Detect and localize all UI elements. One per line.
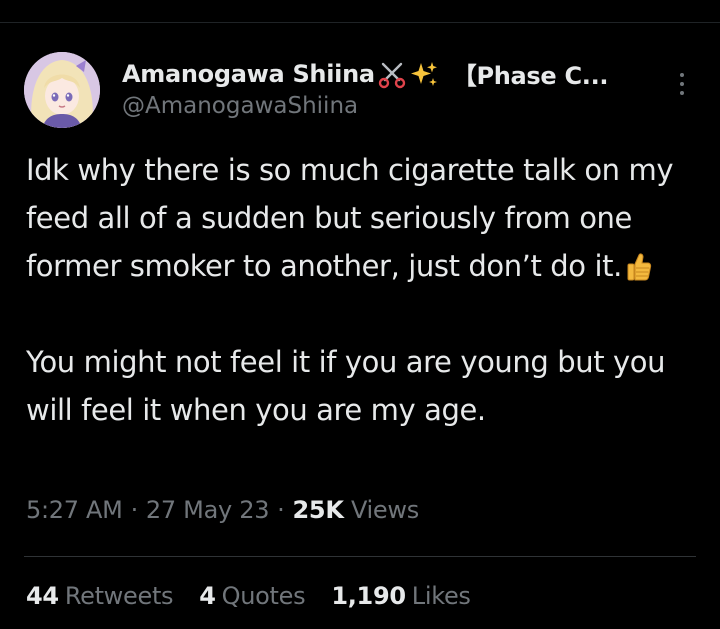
likes-label: Likes [411,582,471,610]
likes-stat[interactable]: 1,190 Likes [331,582,471,610]
retweets-stat[interactable]: 44 Retweets [26,582,174,610]
tweet-paragraph-text: Idk why there is so much cigarette talk … [26,153,674,283]
top-divider [0,22,720,23]
quotes-stat[interactable]: 4 Quotes [199,582,305,610]
retweets-count: 44 [26,582,59,610]
tweet-paragraph: Idk why there is so much cigarette talk … [26,146,706,290]
stats-divider [24,556,696,557]
tweet-paragraph-text: You might not feel it if you are young b… [26,345,666,427]
tweet-time[interactable]: 5:27 AM [26,496,123,524]
quotes-label: Quotes [221,582,306,610]
author-name-suffix[interactable]: 【Phase C... [453,56,609,91]
tweet-body: Idk why there is so much cigarette talk … [26,146,706,434]
meta-separator: · [277,496,285,524]
more-dot-icon [680,73,684,77]
avatar[interactable] [24,52,100,128]
more-options-button[interactable] [670,66,694,102]
tweet-meta: 5:27 AM · 27 May 23 · 25K Views [26,496,419,524]
more-dot-icon [680,82,684,86]
meta-separator: · [130,496,139,524]
scissors-icon [377,59,407,89]
author-display-name[interactable]: Amanogawa Shiina [122,60,375,88]
views-count: 25K [292,496,344,524]
author-name-row[interactable]: Amanogawa Shiina 【Phase C... [122,56,609,91]
sparkles-icon [409,59,439,89]
author-handle[interactable]: @AmanogawaShiina [122,93,358,119]
retweets-label: Retweets [64,582,174,610]
engagement-stats: 44 Retweets 4 Quotes 1,190 Likes [26,582,471,610]
more-dot-icon [680,91,684,95]
thumbs-up-icon [626,248,652,281]
views-label: Views [350,496,419,524]
quotes-count: 4 [199,582,216,610]
likes-count: 1,190 [331,582,406,610]
tweet-paragraph: You might not feel it if you are young b… [26,338,706,434]
avatar-image [24,52,100,128]
tweet-date[interactable]: 27 May 23 [146,496,270,524]
